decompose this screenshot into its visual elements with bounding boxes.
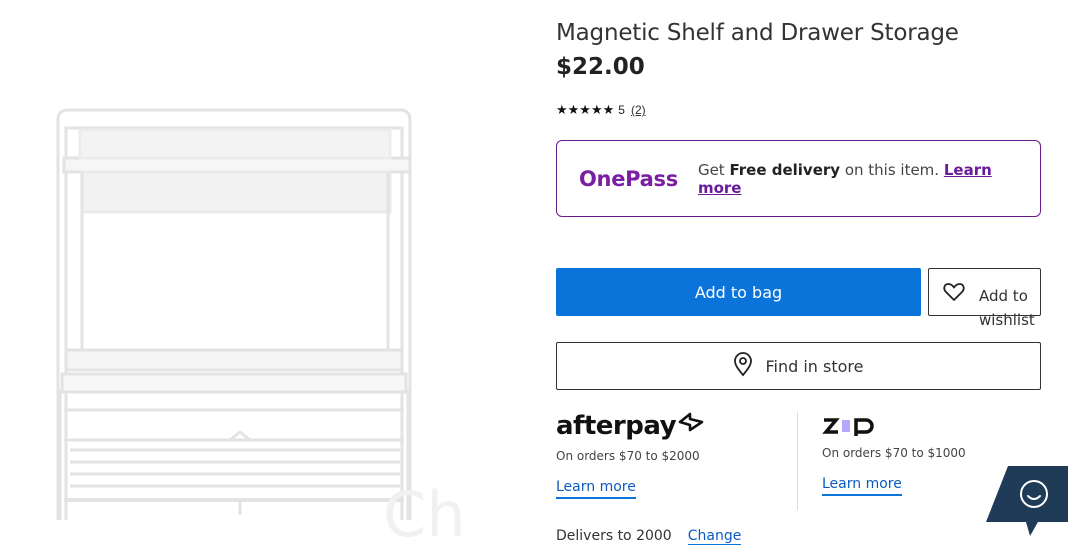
onepass-text-prefix: Get	[697, 160, 730, 179]
location-pin-icon	[733, 351, 753, 381]
add-to-bag-button[interactable]: Add to bag	[556, 268, 921, 316]
afterpay-logo: afterpay	[556, 410, 706, 441]
find-in-store-button[interactable]: Find in store	[556, 342, 1041, 390]
afterpay-note: On orders $70 to $2000	[556, 449, 700, 463]
chat-widget-button[interactable]	[986, 466, 1068, 538]
zip-logo-mark	[822, 418, 874, 436]
product-title: Magnetic Shelf and Drawer Storage	[556, 20, 959, 46]
image-watermark: Ch	[383, 478, 466, 551]
delivers-to-text: Delivers to 2000	[556, 528, 672, 544]
add-to-wishlist-button[interactable]: Add to wishlist	[928, 268, 1041, 329]
heart-icon	[943, 282, 965, 307]
rating-stars: ★★★★★	[556, 102, 615, 117]
onepass-banner: OnePass Get Free delivery on this item. …	[556, 140, 1041, 217]
afterpay-loop-icon	[676, 410, 706, 441]
rating-value: 5	[618, 103, 625, 117]
afterpay-logo-text: afterpay	[556, 410, 677, 441]
onepass-free-delivery: Free delivery	[729, 160, 841, 179]
product-price: $22.00	[556, 54, 645, 80]
afterpay-learn-more-link[interactable]: Learn more	[556, 479, 636, 499]
product-image	[40, 90, 430, 530]
zip-logo: zip	[822, 412, 966, 438]
zip-panel: zip On orders $70 to $1000 Learn more	[822, 412, 966, 496]
onepass-message: Get Free delivery on this item. Learn mo…	[698, 161, 1018, 197]
change-postcode-link[interactable]: Change	[687, 528, 742, 545]
find-in-store-label: Find in store	[765, 356, 864, 376]
payment-divider	[797, 412, 798, 510]
onepass-text-suffix: on this item.	[840, 160, 944, 179]
review-count-link[interactable]: (2)	[631, 103, 646, 117]
storage-rack-illustration	[56, 108, 412, 520]
zip-learn-more-link[interactable]: Learn more	[822, 476, 902, 496]
zip-note: On orders $70 to $1000	[822, 446, 966, 460]
delivery-row: Delivers to 2000 Change	[556, 528, 742, 545]
product-rating: ★★★★★ 5 (2)	[556, 102, 646, 118]
add-to-wishlist-label: Add to wishlist	[979, 287, 1035, 329]
onepass-logo: OnePass	[579, 166, 678, 191]
afterpay-panel: afterpay On orders $70 to $2000 Learn mo…	[556, 410, 706, 499]
